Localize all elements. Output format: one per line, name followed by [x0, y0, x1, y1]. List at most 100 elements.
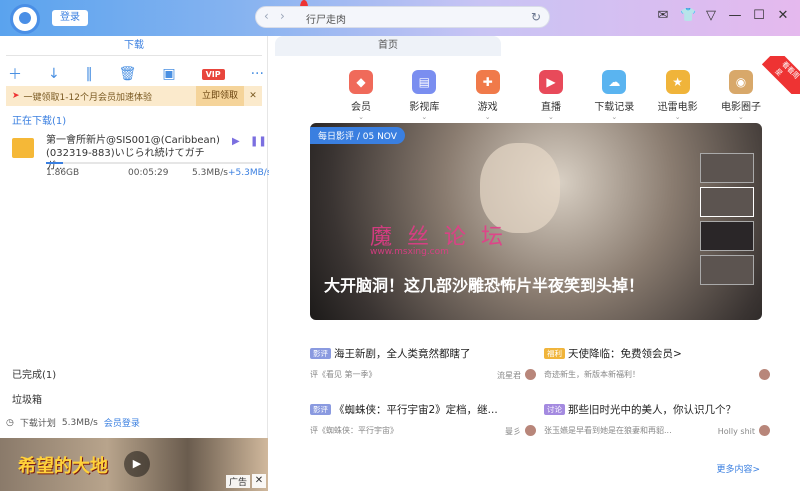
ad-close-icon[interactable]: ✕: [252, 474, 266, 488]
category-item[interactable]: ▶ 直播 ⌄: [521, 70, 581, 121]
member-login-link[interactable]: 会员登录: [104, 416, 140, 429]
category-label: 迅雷电影: [657, 102, 698, 113]
address-bar[interactable]: ‹ › 行尸走肉 ↻: [255, 6, 550, 28]
news-item[interactable]: 讨论 那些旧时光中的美人，你认识几个？ 张玉嬿是早看到她是在狼妻和再貂... Holl…: [544, 402, 770, 437]
mail-icon[interactable]: ✉: [656, 8, 670, 23]
chevron-down-icon: ⌄: [421, 113, 428, 121]
task-progress-bar: [46, 162, 261, 164]
category-item[interactable]: ▤ 影视库 ⌄: [394, 70, 454, 121]
news-subtitle: 奇迹新生，新版本新福利！: [544, 370, 640, 379]
category-item[interactable]: ★ 迅雷电影 ⌄: [648, 70, 708, 121]
circle-icon: ◉: [728, 70, 753, 94]
news-subtitle: 评《蜘蛛侠：平行宇宙》: [310, 426, 398, 435]
news-title-text: 那些旧时光中的美人，你认识几个？: [568, 404, 736, 416]
news-sub: 评《蜘蛛侠：平行宇宙》 曼彡: [310, 425, 536, 437]
section-completed[interactable]: 已完成(1): [12, 366, 56, 381]
news-title: 讨论 那些旧时光中的美人，你认识几个？: [544, 402, 770, 417]
task-time: 00:05:29: [128, 168, 169, 178]
more-icon[interactable]: ···: [251, 66, 264, 82]
news-item[interactable]: 福利 天使降临：免费领会员> 奇迹新生，新版本新福利！: [544, 346, 770, 381]
hero-headline: 大开脑洞！这几部沙雕恐怖片半夜笑到头掉！: [324, 276, 645, 295]
speed-bird-icon: ➤: [12, 91, 20, 101]
xunlei-logo-icon[interactable]: [10, 4, 40, 34]
promo-close-icon[interactable]: ✕: [244, 91, 262, 101]
news-badge: 讨论: [544, 404, 565, 415]
title-bar: 登录 ‹ › 行尸走肉 ↻ ✉ 👕 ▽ — ☐ ✕: [0, 0, 800, 36]
tv-icon: ▶: [538, 70, 563, 94]
category-item[interactable]: ✚ 游戏 ⌄: [458, 70, 518, 121]
hero-banner[interactable]: 每日影评 / 05 NOV 魔 丝 论 坛 www.msxing.com 大开脑…: [310, 123, 762, 320]
task-accel: +5.3MB/s: [228, 168, 272, 178]
address-input[interactable]: 行尸走肉: [306, 11, 346, 26]
download-arrow-icon[interactable]: ↓: [48, 66, 60, 82]
category-label: 游戏: [477, 102, 498, 113]
task-size: 1.86GB: [46, 168, 80, 178]
news-item[interactable]: 影评 《蜘蛛侠：平行宇宙2》定档，继... 评《蜘蛛侠：平行宇宙》 曼彡: [310, 402, 536, 437]
refresh-icon[interactable]: ↻: [531, 10, 541, 24]
chevron-down-icon: ⌄: [738, 113, 744, 121]
chevron-down-icon: ⌄: [548, 113, 554, 121]
category-label: 直播: [540, 102, 561, 113]
forward-icon[interactable]: ›: [280, 9, 285, 23]
vip-promo-bar: ➤ 一键领取1-12个月会员加速体验 立即领取 ✕: [6, 86, 262, 106]
news-item[interactable]: 影评 海王新剧，全人类竟然都瞎了 评《看见 第一季》 流星君: [310, 346, 536, 381]
home-panel: 首页 看看周星 ◆ 会员 ⌄ ▤ 影视库 ⌄ ✚ 游戏 ⌄ ▶ 直播 ⌄ ☁ 下载记录 ⌄ ★ 迅雷电影 ⌄ ◉ 电影…: [269, 36, 800, 491]
play-icon[interactable]: ▶: [232, 136, 240, 147]
hero-thumbnails: [700, 153, 754, 289]
download-toolbar: ＋ ↓ ‖ 🗑 ▣ VIP ···: [8, 64, 264, 84]
tab-home[interactable]: 首页: [275, 36, 501, 56]
category-label: 影视库: [409, 102, 440, 113]
category-item[interactable]: ◉ 电影圈子 ⌄: [711, 70, 771, 121]
news-subtitle: 评《看见 第一季》: [310, 370, 377, 379]
category-item[interactable]: ◆ 会员 ⌄: [331, 70, 391, 121]
chevron-down-icon: ⌄: [484, 113, 491, 121]
delete-icon[interactable]: 🗑: [119, 66, 137, 82]
add-task-icon[interactable]: ＋: [8, 64, 22, 84]
hero-thumb[interactable]: [700, 187, 754, 217]
download-task[interactable]: 第一會所新片@SIS001@(Caribbean)(032319-883)いじら…: [6, 130, 272, 182]
news-author: Holly shit: [718, 425, 770, 436]
menu-icon[interactable]: ▽: [704, 8, 718, 23]
news-author-name: 流星君: [497, 371, 521, 380]
news-author: 流星君: [497, 369, 536, 381]
ad-play-icon[interactable]: ▶: [124, 451, 150, 477]
claim-button[interactable]: 立即领取: [195, 86, 244, 106]
pause-all-icon[interactable]: ‖: [86, 66, 93, 82]
login-button[interactable]: 登录: [52, 10, 88, 26]
vip-icon[interactable]: VIP: [201, 68, 225, 80]
cloud-save-icon[interactable]: ▣: [162, 66, 175, 82]
avatar: [525, 425, 536, 436]
news-sub: 评《看见 第一季》 流星君: [310, 369, 536, 381]
folder-icon: [12, 138, 34, 158]
section-downloading[interactable]: 正在下载(1): [12, 112, 66, 127]
chevron-down-icon: ⌄: [611, 113, 618, 121]
download-panel: 下载 ＋ ↓ ‖ 🗑 ▣ VIP ··· ➤ 一键领取1-12个月会员加速体验 …: [0, 36, 272, 491]
pause-icon[interactable]: ❚❚: [250, 136, 267, 147]
news-title: 影评 《蜘蛛侠：平行宇宙2》定档，继...: [310, 402, 536, 417]
plan-label[interactable]: 下载计划: [20, 416, 56, 429]
task-progress-fill: [46, 162, 64, 164]
hero-thumb[interactable]: [700, 255, 754, 285]
ad-banner[interactable]: 希望的大地 ▶ 广告 ✕: [0, 438, 268, 491]
tab-download[interactable]: 下载: [6, 36, 262, 56]
section-trash[interactable]: 垃圾箱: [12, 391, 42, 406]
category-item[interactable]: ☁ 下载记录 ⌄: [584, 70, 644, 121]
ad-label: 广告: [225, 475, 250, 488]
news-title-text: 海王新剧，全人类竟然都瞎了: [334, 348, 471, 360]
news-author: 曼彡: [505, 425, 536, 437]
close-icon[interactable]: ✕: [776, 8, 790, 23]
skin-icon[interactable]: 👕: [680, 8, 696, 23]
news-author-name: Holly shit: [717, 427, 755, 436]
news-title-text: 《蜘蛛侠：平行宇宙2》定档，继...: [334, 404, 498, 416]
plan-speed: 5.3MB/s: [61, 417, 98, 428]
more-content-link[interactable]: 更多内容>: [716, 462, 760, 475]
maximize-icon[interactable]: ☐: [752, 8, 766, 23]
hero-thumb[interactable]: [700, 153, 754, 183]
diamond-icon: ◆: [349, 70, 373, 94]
hero-tag: 每日影评 / 05 NOV: [310, 127, 405, 144]
minimize-icon[interactable]: —: [728, 8, 742, 23]
news-badge: 福利: [544, 348, 565, 359]
news-author: [755, 369, 770, 380]
back-icon[interactable]: ‹: [264, 9, 269, 23]
hero-thumb[interactable]: [700, 221, 754, 251]
